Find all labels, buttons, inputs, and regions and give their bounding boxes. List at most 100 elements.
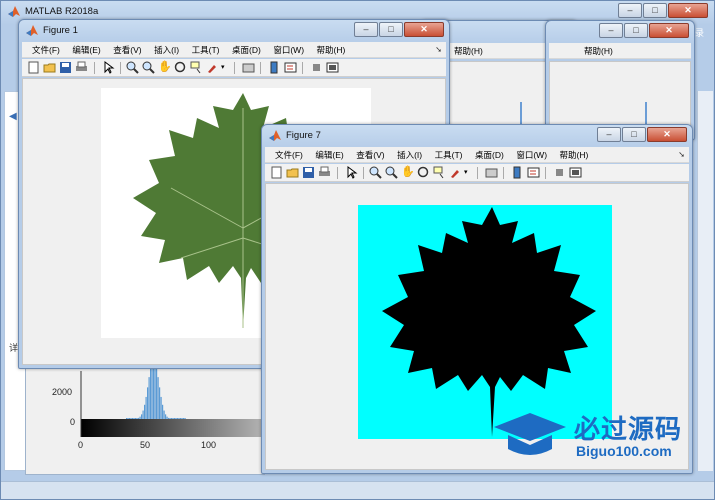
menu-edit[interactable]: 编辑(E) (315, 147, 343, 163)
bg-close-button[interactable]: ✕ (649, 23, 689, 38)
histogram-bar (162, 404, 164, 419)
print-icon[interactable] (75, 61, 88, 74)
matlab-logo-icon (26, 25, 38, 36)
menu-dock-icon[interactable]: ➘ (435, 45, 442, 54)
histogram-bar (133, 418, 135, 419)
x-tick-label: 100 (201, 440, 217, 450)
open-icon[interactable] (286, 166, 299, 179)
data-cursor-icon[interactable] (433, 166, 446, 179)
arrow-icon[interactable] (345, 166, 358, 179)
brush-icon[interactable] (449, 166, 462, 179)
close-button[interactable]: ✕ (404, 22, 444, 37)
zoom-in-icon[interactable] (126, 61, 139, 74)
menu-desktop[interactable]: 桌面(D) (232, 42, 261, 58)
nav-back-icon[interactable]: ◀ (9, 111, 17, 122)
menu-window[interactable]: 窗口(W) (273, 42, 304, 58)
colorbar-icon[interactable] (268, 61, 281, 74)
hide-plot-tools-icon[interactable] (310, 61, 323, 74)
zoom-out-icon[interactable] (385, 166, 398, 179)
brush-dropdown-icon[interactable]: ▾ (464, 166, 471, 179)
menu-file[interactable]: 文件(F) (32, 42, 60, 58)
data-cursor-icon[interactable] (190, 61, 203, 74)
hide-plot-tools-icon[interactable] (553, 166, 566, 179)
maximize-button[interactable]: □ (379, 22, 403, 37)
open-icon[interactable] (43, 61, 56, 74)
new-file-icon[interactable] (270, 166, 283, 179)
histogram-bar (127, 418, 129, 419)
menu-insert[interactable]: 插入(I) (154, 42, 179, 58)
menu-view[interactable]: 查看(V) (356, 147, 384, 163)
rotate-icon[interactable] (417, 166, 430, 179)
menu-view[interactable]: 查看(V) (113, 42, 141, 58)
histogram-bar (157, 377, 159, 419)
legend-icon[interactable] (527, 166, 540, 179)
histogram-bar (151, 361, 153, 419)
maximize-button[interactable]: □ (643, 3, 667, 18)
menu-tools[interactable]: 工具(T) (435, 147, 463, 163)
menu-dock-icon[interactable]: ➘ (678, 150, 685, 159)
menu-tools[interactable]: 工具(T) (192, 42, 220, 58)
bg-maximize-button[interactable]: □ (624, 23, 648, 38)
legend-icon[interactable] (284, 61, 297, 74)
histogram-bar (135, 418, 137, 419)
menu-file[interactable]: 文件(F) (275, 147, 303, 163)
watermark-domain: Biguo100.com (576, 443, 672, 459)
histogram-bar (148, 377, 150, 419)
histogram-bar (174, 418, 176, 419)
menu-help[interactable]: 帮助(H) (560, 147, 589, 163)
histogram-bar (169, 418, 171, 419)
watermark: 必过源码 Biguo100.com (490, 405, 705, 465)
rotate-icon[interactable] (174, 61, 187, 74)
zoom-in-icon[interactable] (369, 166, 382, 179)
show-plot-tools-icon[interactable] (326, 61, 339, 74)
save-icon[interactable] (302, 166, 315, 179)
histogram-bar (150, 367, 152, 419)
pan-icon[interactable]: ✋ (401, 166, 415, 179)
menu-window[interactable]: 窗口(W) (516, 147, 547, 163)
brush-icon[interactable] (206, 61, 219, 74)
histogram-bar (147, 387, 149, 419)
histogram-plot (80, 361, 266, 437)
histogram-bar (163, 410, 165, 419)
matlab-logo-icon (269, 130, 281, 141)
menu-help[interactable]: 帮助(H) (317, 42, 346, 58)
close-button[interactable]: ✕ (647, 127, 687, 142)
colorbar-icon[interactable] (511, 166, 524, 179)
histogram-bar (138, 417, 140, 419)
close-button[interactable]: ✕ (668, 3, 708, 18)
histogram-bar (160, 396, 162, 419)
figure-toolbar: ✋ ▾ (22, 59, 446, 77)
histogram-bar (175, 418, 177, 419)
menu-insert[interactable]: 插入(I) (397, 147, 422, 163)
minimize-button[interactable]: – (354, 22, 378, 37)
login-fragment[interactable]: 录 (695, 26, 704, 39)
new-file-icon[interactable] (27, 61, 40, 74)
histogram-bar (156, 367, 158, 419)
show-plot-tools-icon[interactable] (569, 166, 582, 179)
menu-desktop[interactable]: 桌面(D) (475, 147, 504, 163)
bg-minimize-button[interactable]: – (599, 23, 623, 38)
print-icon[interactable] (318, 166, 331, 179)
histogram-bar (171, 418, 173, 419)
histogram-bar (180, 418, 182, 419)
link-icon[interactable] (485, 166, 498, 179)
menu-help[interactable]: 帮助(H) (584, 43, 613, 59)
menu-help[interactable]: 帮助(H) (454, 43, 483, 59)
minimize-button[interactable]: – (597, 127, 621, 142)
histogram-bar (132, 418, 134, 419)
zoom-out-icon[interactable] (142, 61, 155, 74)
pan-icon[interactable]: ✋ (158, 61, 172, 74)
link-icon[interactable] (242, 61, 255, 74)
brush-dropdown-icon[interactable]: ▾ (221, 61, 228, 74)
minimize-button[interactable]: – (618, 3, 642, 18)
matlab-logo-icon (8, 6, 20, 17)
matlab-title: MATLAB R2018a (25, 6, 99, 17)
histogram-bar (144, 404, 146, 419)
watermark-brand: 必过源码 (574, 414, 683, 444)
arrow-icon[interactable] (102, 61, 115, 74)
maximize-button[interactable]: □ (622, 127, 646, 142)
figure-title: Figure 7 (286, 130, 321, 141)
save-icon[interactable] (59, 61, 72, 74)
menu-edit[interactable]: 编辑(E) (72, 42, 100, 58)
histogram-bar (126, 418, 128, 419)
